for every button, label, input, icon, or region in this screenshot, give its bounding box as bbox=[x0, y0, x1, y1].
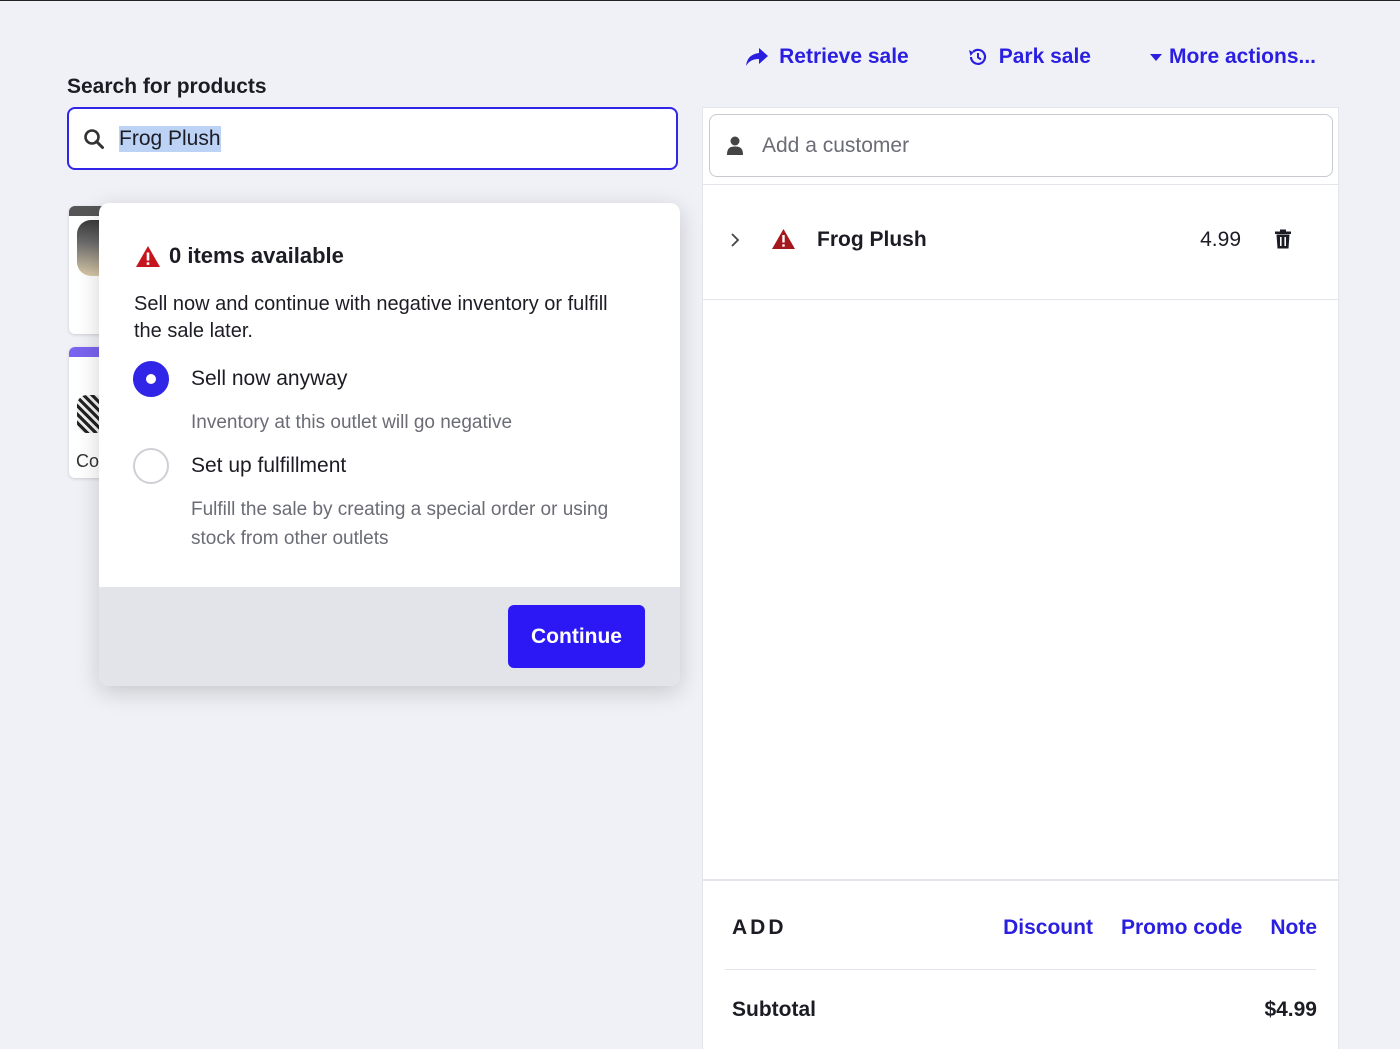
continue-button[interactable]: Continue bbox=[508, 605, 645, 668]
popup-title-text: 0 items available bbox=[169, 243, 344, 268]
search-box[interactable]: Frog Plush bbox=[67, 107, 678, 170]
search-icon bbox=[84, 128, 104, 149]
share-arrow-icon bbox=[746, 48, 769, 66]
option-sell-now[interactable]: Sell now anyway bbox=[133, 361, 347, 397]
add-row: ADD Discount Promo code Note bbox=[732, 916, 1317, 940]
popup-footer: Continue bbox=[99, 587, 680, 686]
radio-sell-now[interactable] bbox=[133, 361, 169, 397]
discount-link[interactable]: Discount bbox=[1003, 916, 1093, 940]
add-label: ADD bbox=[732, 916, 787, 939]
retrieve-sale-label: Retrieve sale bbox=[779, 45, 909, 68]
product-tile-label: Co bbox=[76, 451, 100, 471]
park-sale-button[interactable]: Park sale bbox=[967, 45, 1091, 69]
caret-down-icon bbox=[1149, 54, 1162, 61]
warning-icon bbox=[136, 245, 160, 267]
search-input[interactable] bbox=[119, 126, 639, 151]
subtotal-value: $4.99 bbox=[1264, 998, 1317, 1021]
customer-box[interactable] bbox=[709, 114, 1333, 177]
customer-input[interactable] bbox=[762, 133, 1262, 158]
option-sell-now-label: Sell now anyway bbox=[191, 367, 348, 390]
option-fulfillment[interactable]: Set up fulfillment bbox=[133, 448, 346, 484]
divider bbox=[725, 969, 1316, 970]
search-label: Search for products bbox=[67, 75, 267, 98]
popup-description: Sell now and continue with negative inve… bbox=[134, 293, 608, 342]
option-fulfillment-label: Set up fulfillment bbox=[191, 454, 347, 477]
sale-panel: Frog Plush 4.99 ADD Discount Promo code … bbox=[702, 107, 1339, 1049]
history-icon bbox=[968, 48, 986, 65]
radio-fulfillment[interactable] bbox=[133, 448, 169, 484]
park-sale-label: Park sale bbox=[998, 45, 1091, 68]
top-actions: Retrieve sale Park sale More actions... bbox=[745, 45, 1316, 69]
option-sell-now-description: Inventory at this outlet will go negativ… bbox=[191, 412, 513, 433]
subtotal-row: Subtotal $4.99 bbox=[732, 998, 1317, 1022]
more-actions-label: More actions... bbox=[1168, 45, 1316, 68]
line-item-price: 4.99 bbox=[1200, 228, 1241, 251]
retrieve-sale-button[interactable]: Retrieve sale bbox=[745, 45, 909, 69]
line-item[interactable]: Frog Plush 4.99 bbox=[703, 185, 1338, 300]
note-link[interactable]: Note bbox=[1270, 916, 1317, 940]
divider bbox=[703, 879, 1338, 881]
more-actions-button[interactable]: More actions... bbox=[1149, 45, 1316, 69]
inventory-popup: 0 items available Sell now and continue … bbox=[99, 203, 680, 686]
popup-title: 0 items available bbox=[135, 243, 344, 269]
promo-code-link[interactable]: Promo code bbox=[1121, 916, 1242, 940]
warning-icon bbox=[772, 229, 795, 249]
chevron-right-icon[interactable] bbox=[730, 232, 740, 248]
subtotal-label: Subtotal bbox=[732, 998, 816, 1021]
line-item-name: Frog Plush bbox=[817, 228, 927, 251]
user-icon bbox=[727, 136, 743, 155]
option-fulfillment-description: Fulfill the sale by creating a special o… bbox=[191, 499, 609, 549]
trash-icon[interactable] bbox=[1274, 229, 1292, 249]
